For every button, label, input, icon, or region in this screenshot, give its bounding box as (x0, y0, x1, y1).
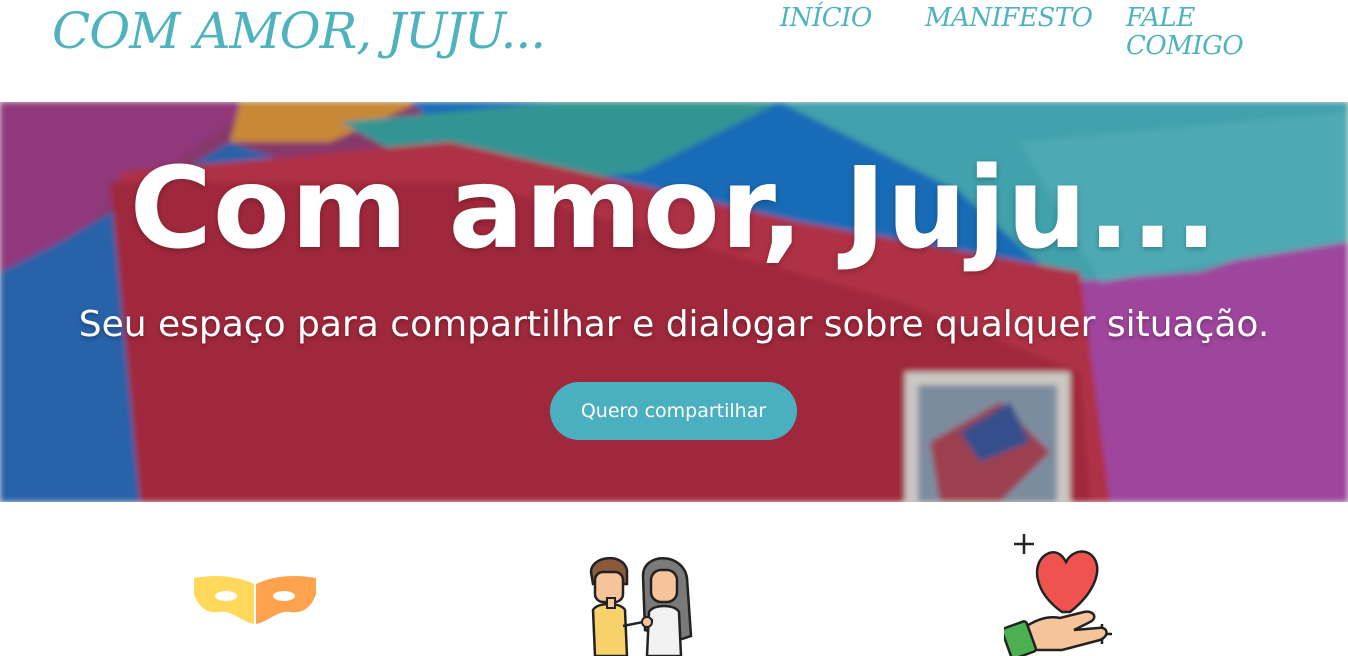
mask-icon (194, 576, 316, 624)
hand-heart-icon (1004, 534, 1112, 656)
nav-link-fale-comigo[interactable]: FALE COMIGO (1126, 4, 1246, 60)
share-button[interactable]: Quero compartilhar (550, 382, 797, 440)
hero-banner: Com amor, Juju... Seu espaço para compar… (0, 102, 1348, 502)
hero-title: Com amor, Juju... (129, 144, 1219, 274)
site-logo[interactable]: COM AMOR, JUJU... (52, 2, 546, 60)
hero-subtitle: Seu espaço para compartilhar e dialogar … (78, 304, 1270, 345)
couple-icon (589, 556, 693, 656)
nav-link-manifesto[interactable]: MANIFESTO (925, 4, 1093, 32)
nav-link-inicio[interactable]: INÍCIO (780, 4, 872, 32)
site-header: COM AMOR, JUJU... INÍCIO MANIFESTO FALE … (0, 0, 1348, 102)
features-row (0, 502, 1348, 656)
